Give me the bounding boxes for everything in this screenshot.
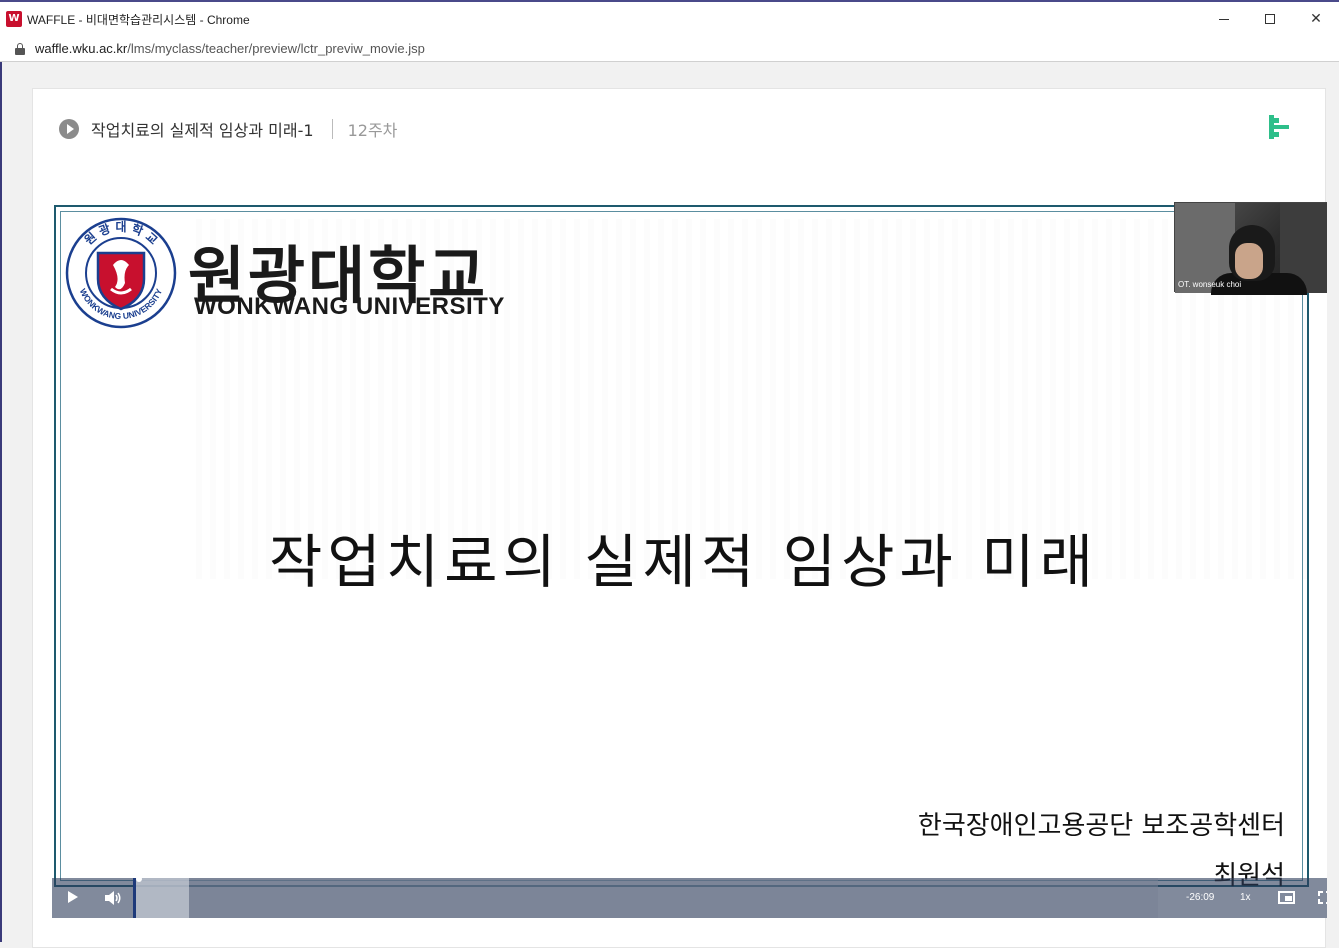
waffle-favicon-icon: W xyxy=(6,11,22,27)
close-button[interactable]: ✕ xyxy=(1293,2,1339,36)
url-host: waffle.wku.ac.kr xyxy=(35,41,128,56)
minimize-icon xyxy=(1219,18,1229,20)
university-name-english: WONKWANG UNIVERSITY xyxy=(194,293,505,320)
window-edge xyxy=(0,62,2,942)
progress-played xyxy=(133,878,136,918)
window-title: WAFFLE - 비대면학습관리시스템 - Chrome xyxy=(27,12,250,27)
play-icon[interactable] xyxy=(68,891,78,903)
wonkwang-emblem-icon: 원 광 대 학 교 WONKWANG UNIVERSITY xyxy=(65,217,177,329)
lock-icon xyxy=(15,42,25,55)
maximize-button[interactable] xyxy=(1247,2,1293,36)
window-controls: ✕ xyxy=(1201,2,1339,36)
url-text[interactable]: waffle.wku.ac.kr/lms/myclass/teacher/pre… xyxy=(35,41,425,56)
lecture-week: 12주차 xyxy=(347,121,398,140)
lecture-title: 작업치료의 실제적 임상과 미래-1 xyxy=(91,121,314,140)
minimize-button[interactable] xyxy=(1201,2,1247,36)
window-titlebar: W WAFFLE - 비대면학습관리시스템 - Chrome ✕ xyxy=(0,0,1339,36)
time-remaining: -26:09 xyxy=(1186,892,1215,903)
progress-bar[interactable] xyxy=(133,876,1158,918)
address-bar[interactable]: waffle.wku.ac.kr/lms/myclass/teacher/pre… xyxy=(0,36,1339,62)
play-circle-icon xyxy=(59,119,79,139)
lecture-header: 작업치료의 실제적 임상과 미래-1 12주차 xyxy=(59,117,397,141)
progress-handle[interactable] xyxy=(136,876,142,882)
url-path: /lms/myclass/teacher/preview/lctr_previw… xyxy=(127,41,425,56)
progress-buffered xyxy=(133,878,189,918)
slide-title: 작업치료의 실제적 임상과 미래 xyxy=(269,528,1098,596)
lecture-preview-card: 작업치료의 실제적 임상과 미래-1 12주차 원 광 대 학 교 WONKWA… xyxy=(32,88,1327,948)
fullscreen-icon[interactable] xyxy=(1318,891,1327,904)
maximize-icon xyxy=(1265,14,1275,24)
close-icon: ✕ xyxy=(1310,11,1322,27)
header-divider xyxy=(331,119,333,139)
webcam-overlay: OT. wonseuk choi xyxy=(1174,202,1327,295)
playback-rate-button[interactable]: 1x xyxy=(1240,892,1251,903)
volume-icon[interactable] xyxy=(104,890,122,906)
slide-frame: 원 광 대 학 교 WONKWANG UNIVERSITY 원광대학교 WONK… xyxy=(54,205,1316,891)
webcam-name-label: OT. wonseuk choi xyxy=(1178,280,1242,289)
video-player[interactable]: 원 광 대 학 교 WONKWANG UNIVERSITY 원광대학교 WONK… xyxy=(52,202,1327,918)
brand-logo-icon[interactable] xyxy=(1269,115,1289,139)
picture-in-picture-icon[interactable] xyxy=(1278,891,1295,904)
slide-organization: 한국장애인고용공단 보조공학센터 xyxy=(917,811,1285,841)
player-controls: -26:09 1x xyxy=(52,876,1327,918)
